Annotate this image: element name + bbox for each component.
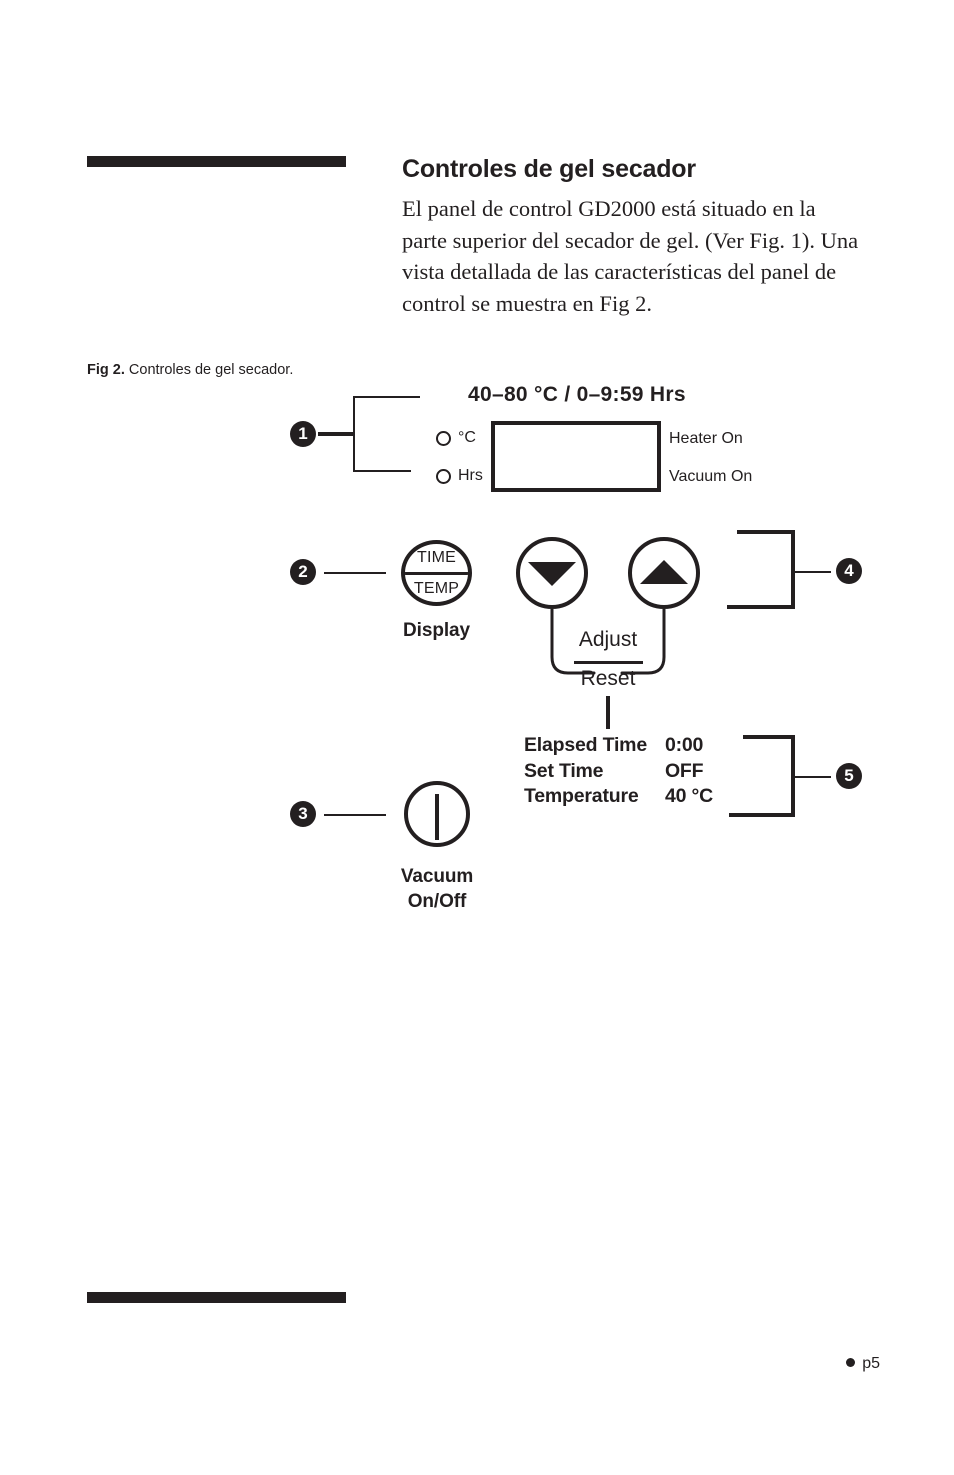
callout-1-bracket-spine — [353, 396, 355, 472]
power-bar-icon — [435, 794, 439, 840]
readout-value: 40 °C — [664, 785, 713, 807]
callout-4-bracket-spine — [791, 530, 795, 609]
readout-connector-line — [606, 696, 610, 729]
led-celsius-label: °C — [458, 429, 476, 446]
footer-bullet-icon — [846, 1358, 856, 1367]
callout-5-bracket-bottom-arm — [729, 813, 795, 817]
readout-value: 0:00 — [664, 734, 704, 756]
readout-row: Elapsed Time 0:00 — [524, 733, 713, 759]
page: Controles de gel secador El panel de con… — [0, 0, 954, 1475]
status-readout-list: Elapsed Time 0:00 Set Time OFF Temperatu… — [524, 733, 713, 810]
status-label-heater-on: Heater On — [669, 430, 743, 447]
callout-5-stem — [795, 776, 831, 778]
bottom-rule-bar — [87, 1292, 346, 1303]
readout-value: OFF — [664, 759, 704, 782]
readout-row: Set Time OFF — [524, 759, 713, 785]
callout-4-stem — [795, 571, 831, 573]
callout-4-bracket-top-arm — [737, 530, 794, 534]
reset-label: Reset — [580, 667, 636, 690]
led-celsius-icon — [436, 431, 451, 446]
display-mode-button[interactable]: TIME TEMP — [401, 540, 472, 606]
adjust-up-button[interactable] — [628, 537, 700, 609]
vacuum-button-caption: Vacuum On/Off — [374, 864, 500, 914]
top-rule-bar — [87, 156, 346, 167]
page-footer: p5 — [0, 1355, 880, 1373]
page-number: p5 — [862, 1355, 880, 1372]
figure-caption-label: Fig 2. — [87, 362, 125, 378]
led-hours-icon — [436, 469, 451, 484]
figure-caption-text: Controles de gel secador. — [128, 362, 294, 378]
display-button-time-label: TIME — [416, 549, 457, 566]
callout-4-bracket-bottom-arm — [727, 605, 795, 609]
vacuum-caption-line-2: On/Off — [407, 891, 467, 912]
callout-badge-5: 5 — [836, 763, 862, 789]
callout-badge-3: 3 — [290, 801, 316, 827]
callout-5-bracket-top-arm — [743, 735, 795, 739]
callout-badge-4: 4 — [836, 558, 862, 584]
readout-key: Set Time — [524, 759, 604, 782]
vacuum-on-off-button[interactable] — [404, 781, 470, 847]
readout-key: Elapsed Time — [524, 734, 647, 756]
callout-1-bracket-bottom-arm — [353, 470, 411, 472]
callout-1-bracket-top-arm — [353, 396, 420, 398]
callout-1-stem — [318, 432, 354, 436]
callout-badge-2: 2 — [290, 559, 316, 585]
triangle-up-icon — [640, 560, 688, 584]
callout-3-leader-line — [324, 814, 386, 816]
adjust-down-button[interactable] — [516, 537, 588, 609]
figure-caption: Fig 2. Controles de gel secador. — [87, 362, 293, 378]
triangle-down-icon — [528, 562, 576, 586]
display-button-divider — [405, 571, 468, 575]
vacuum-caption-line-1: Vacuum — [400, 866, 474, 887]
range-label: 40–80 °C / 0–9:59 Hrs — [468, 383, 686, 406]
section-body-text: El panel de control GD2000 está situado … — [402, 196, 859, 316]
display-button-caption: Display — [403, 620, 470, 641]
adjust-reset-divider — [574, 661, 643, 664]
display-button-temp-label: TEMP — [413, 580, 460, 597]
led-hours-label: Hrs — [458, 467, 483, 484]
status-label-vacuum-on: Vacuum On — [669, 468, 753, 485]
adjust-label: Adjust — [578, 628, 638, 651]
section-heading: Controles de gel secador — [402, 155, 696, 183]
readout-row: Temperature 40 °C — [524, 784, 713, 810]
readout-key: Temperature — [524, 785, 639, 807]
callout-2-leader-line — [324, 572, 386, 574]
callout-badge-1: 1 — [290, 421, 316, 447]
display-screen — [491, 421, 661, 492]
